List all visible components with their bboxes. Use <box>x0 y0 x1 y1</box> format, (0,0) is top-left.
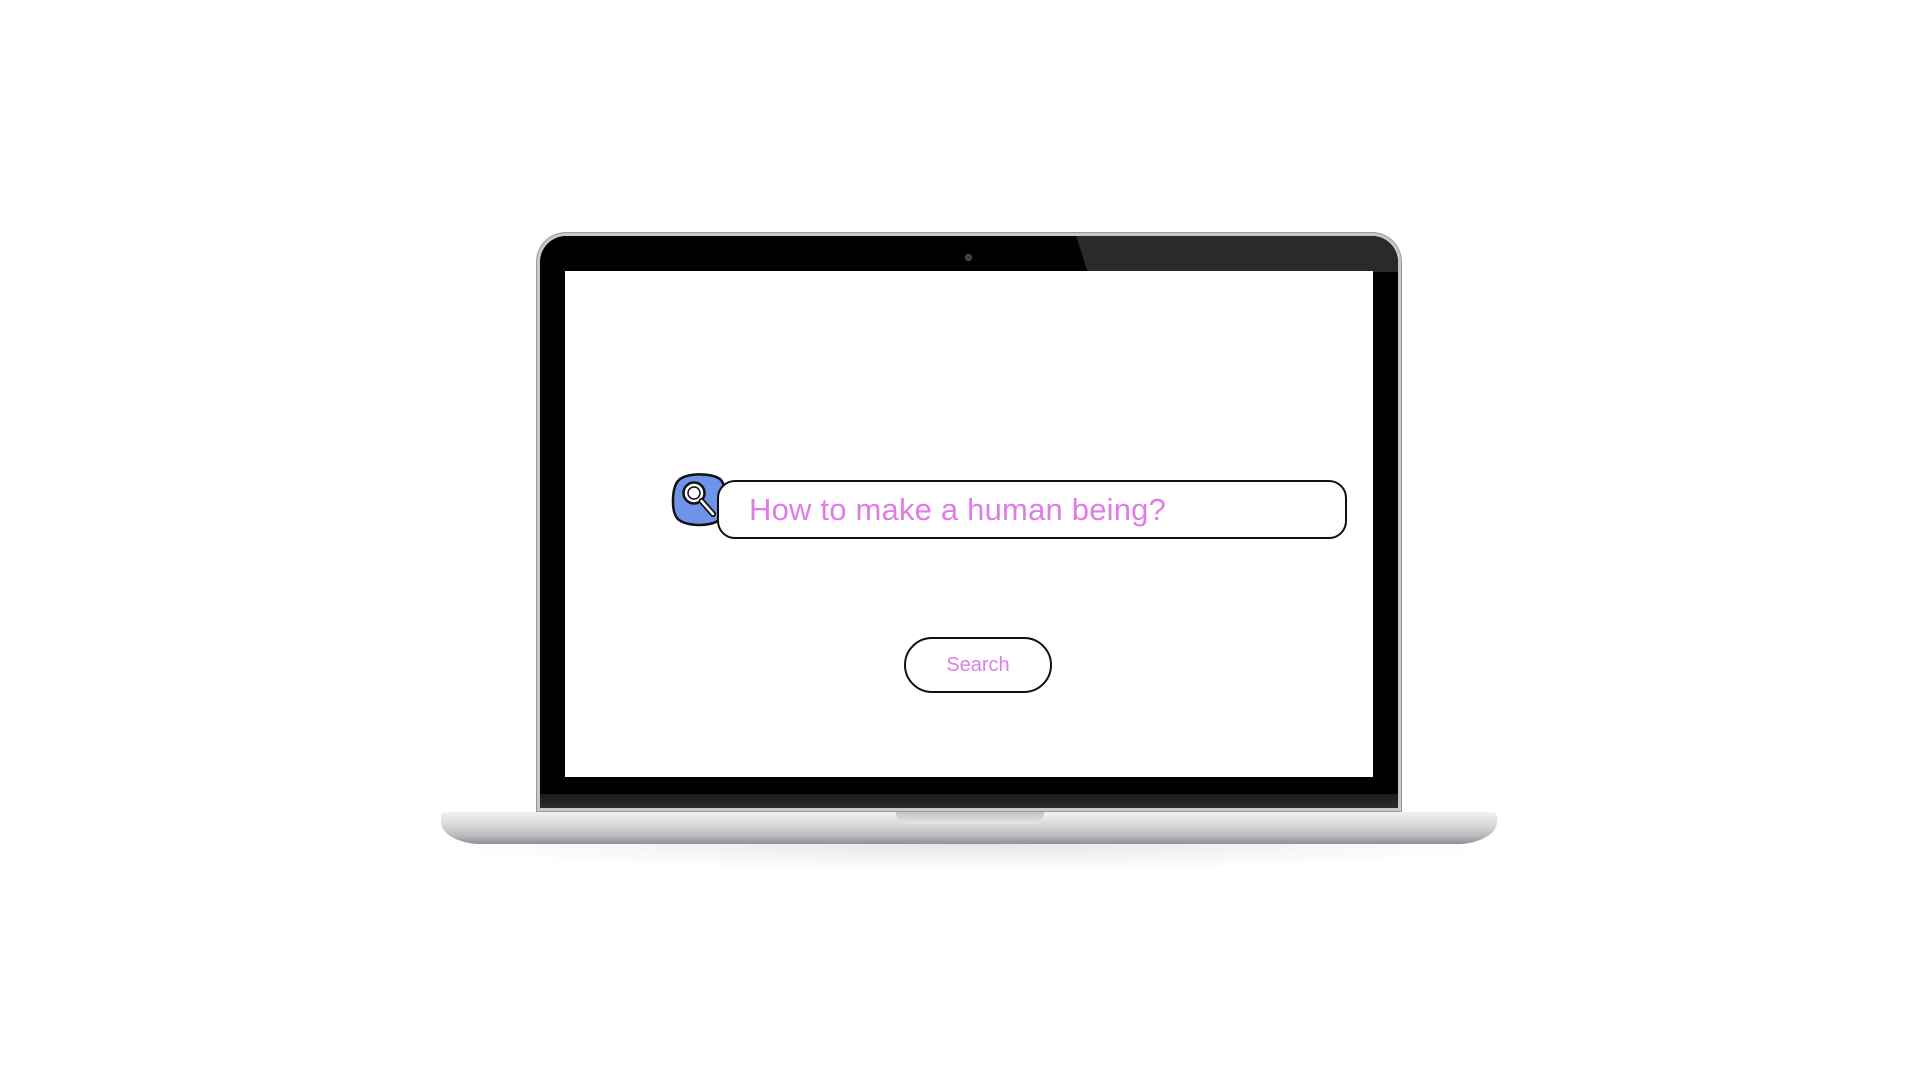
search-query-field[interactable]: How to make a human being? <box>717 480 1347 539</box>
search-button-label: Search <box>946 653 1010 676</box>
lid-hinge-strip <box>540 794 1398 808</box>
laptop-base <box>441 812 1497 844</box>
bezel-glare <box>1076 236 1398 272</box>
laptop-screen: How to make a human being? Search <box>565 271 1373 777</box>
scene: How to make a human being? Search <box>0 0 1920 1080</box>
laptop-lid: How to make a human being? Search <box>540 236 1398 808</box>
webcam-icon <box>965 254 972 261</box>
laptop-shadow <box>460 844 1480 870</box>
lid-opening-notch <box>896 812 1044 824</box>
search-button[interactable]: Search <box>904 637 1052 693</box>
search-query-text: How to make a human being? <box>749 491 1167 527</box>
